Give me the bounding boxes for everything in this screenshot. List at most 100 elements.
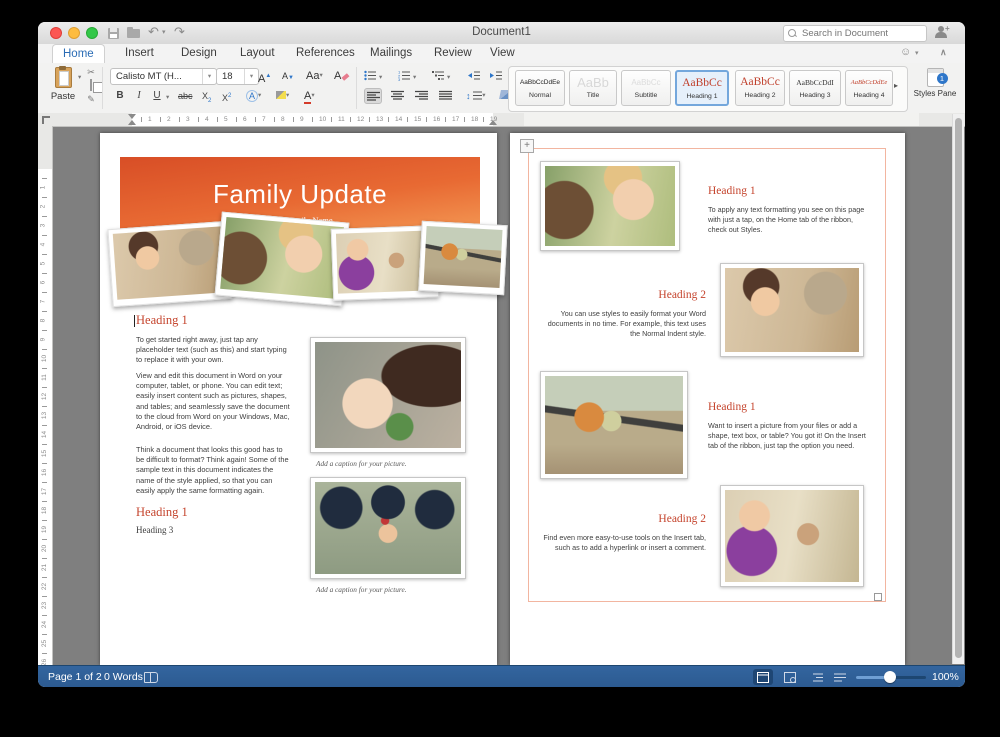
tab-design[interactable]: Design [171, 44, 227, 62]
align-right-button[interactable] [412, 88, 430, 104]
photo-mother-baby[interactable] [310, 337, 466, 453]
zoom-percentage[interactable]: 100% [932, 671, 959, 683]
highlight-button[interactable]: ▾ [276, 88, 289, 104]
feedback-caret-icon[interactable]: ▾ [915, 49, 919, 57]
page2-photo-couple-jeep[interactable] [540, 371, 688, 479]
cut-button[interactable]: ✂ [84, 66, 98, 78]
style-heading-4[interactable]: AaBbCcDdEeHeading 4 [845, 70, 893, 106]
tab-references[interactable]: References [286, 44, 365, 62]
align-center-button[interactable] [388, 88, 406, 104]
superscript-button[interactable]: X2 [222, 88, 231, 104]
page2-photo-boy-dinner[interactable] [720, 263, 864, 357]
tab-selector[interactable] [38, 113, 53, 127]
tab-view[interactable]: View [480, 44, 525, 62]
page2-row4-text[interactable]: Find even more easy-to-use tools on the … [538, 533, 706, 553]
tab-review[interactable]: Review [424, 44, 482, 62]
photo-graduation[interactable] [310, 477, 466, 579]
increase-indent-button[interactable] [490, 68, 503, 84]
tab-home[interactable]: Home [52, 44, 105, 64]
draft-view-button[interactable] [830, 669, 850, 685]
hanging-indent-marker[interactable] [128, 120, 136, 125]
shrink-font-button[interactable]: A▼ [282, 68, 294, 84]
grow-font-button[interactable]: A▲ [258, 68, 271, 84]
collage-photo-couple-jeep[interactable] [418, 221, 508, 295]
line-spacing-button[interactable]: ↕ ▾ [466, 88, 486, 104]
strikethrough-button[interactable]: abc [178, 88, 193, 104]
tab-layout[interactable]: Layout [230, 44, 285, 62]
style-title[interactable]: AaBbTitle [569, 70, 617, 106]
page2-row1-heading[interactable]: Heading 1 [708, 185, 756, 197]
zoom-slider-knob[interactable] [884, 671, 896, 683]
banner-title[interactable]: Family Update [120, 179, 480, 210]
web-layout-view-button[interactable] [780, 669, 800, 685]
print-layout-view-button[interactable] [753, 669, 773, 685]
page1-heading3-text[interactable]: Heading 3 [136, 525, 173, 535]
bold-button[interactable]: B [112, 88, 128, 104]
italic-button[interactable]: I [132, 88, 146, 104]
first-line-indent-marker[interactable] [128, 114, 136, 119]
page2-row1-text[interactable]: To apply any text formatting you see on … [708, 205, 872, 235]
page-1[interactable]: Family Update Your Family Name Heading 1… [100, 133, 497, 665]
page1-heading-b[interactable]: Heading 1 [136, 505, 188, 520]
decrease-indent-button[interactable] [468, 68, 481, 84]
underline-button[interactable]: U [150, 88, 164, 104]
subscript-button[interactable]: X2 [202, 88, 211, 104]
justify-button[interactable] [436, 88, 454, 104]
numbering-button[interactable]: 123 [398, 68, 411, 84]
style-normal[interactable]: AaBbCcDdEeNormal [515, 70, 565, 106]
search-box[interactable] [783, 25, 927, 42]
change-case-button[interactable]: Aa▾ [306, 68, 323, 84]
align-left-button[interactable] [364, 88, 382, 104]
multilevel-caret-icon[interactable]: ▾ [447, 73, 450, 81]
text-effects-button[interactable]: A▾ [246, 88, 261, 104]
font-size-combo[interactable]: 18▾ [216, 68, 259, 85]
page2-photo-girls-table[interactable] [720, 485, 864, 587]
page1-paragraph-3[interactable]: Think a document that looks this good ha… [136, 445, 290, 496]
page2-row3-heading[interactable]: Heading 1 [708, 401, 756, 413]
collage-photo-whispering-girls[interactable] [215, 212, 350, 307]
style-heading-2[interactable]: AaBbCcHeading 2 [735, 70, 785, 106]
table-resize-handle[interactable] [874, 593, 882, 601]
table-move-handle[interactable]: + [520, 139, 534, 153]
outline-view-button[interactable] [807, 669, 827, 685]
search-input[interactable] [800, 26, 924, 41]
style-subtitle[interactable]: AaBbCcSubtitle [621, 70, 671, 106]
style-heading-1[interactable]: AaBbCcHeading 1 [675, 70, 729, 106]
clear-formatting-button[interactable]: A [334, 68, 349, 84]
share-person-add-icon[interactable]: + [935, 26, 949, 38]
page1-paragraph-2[interactable]: View and edit this document in Word on y… [136, 371, 290, 432]
underline-caret-icon[interactable]: ▾ [166, 93, 169, 101]
copy-button[interactable] [84, 79, 98, 91]
style-heading-3[interactable]: AaBbCcDdIHeading 3 [789, 70, 841, 106]
collapse-ribbon-icon[interactable]: ∧ [940, 47, 947, 58]
tab-insert[interactable]: Insert [115, 44, 164, 62]
styles-pane-button[interactable]: 1 Styles Pane [912, 68, 958, 98]
page2-row2-text[interactable]: You can use styles to easily format your… [538, 309, 706, 339]
font-name-combo[interactable]: Calisto MT (H...▾ [110, 68, 217, 85]
paste-caret-icon[interactable]: ▾ [78, 73, 81, 81]
page1-paragraph-1[interactable]: To get started right away, just tap any … [136, 335, 290, 366]
paste-button[interactable]: Paste [48, 67, 78, 107]
word-count[interactable]: 0 Words [104, 671, 143, 683]
proofing-status-icon[interactable] [144, 672, 158, 683]
vertical-scrollbar[interactable] [952, 114, 964, 664]
feedback-smiley-icon[interactable]: ☺ [900, 46, 911, 58]
page2-photo-whispering-girls[interactable] [540, 161, 680, 251]
photo-caption-2[interactable]: Add a caption for your picture. [316, 585, 407, 594]
font-color-button[interactable]: A▾ [304, 88, 315, 104]
bullets-button[interactable] [364, 68, 377, 84]
photo-caption-1[interactable]: Add a caption for your picture. [316, 459, 407, 468]
bullets-caret-icon[interactable]: ▾ [379, 73, 382, 81]
page-count[interactable]: Page 1 of 2 [48, 671, 102, 683]
scrollbar-thumb[interactable] [955, 118, 962, 658]
format-painter-button[interactable]: ✎ [84, 93, 98, 105]
page2-row4-heading[interactable]: Heading 2 [538, 513, 706, 525]
horizontal-ruler[interactable]: 12345678910111213141516171819 [52, 113, 965, 127]
page2-row2-heading[interactable]: Heading 2 [538, 289, 706, 301]
gallery-more-icon[interactable]: ▸ [894, 81, 898, 90]
numbering-caret-icon[interactable]: ▾ [413, 73, 416, 81]
page-2[interactable]: + Heading 1 To apply any text formatting… [510, 133, 905, 665]
page1-heading-a[interactable]: Heading 1 [136, 313, 188, 328]
tab-mailings[interactable]: Mailings [360, 44, 422, 62]
page2-row3-text[interactable]: Want to insert a picture from your files… [708, 421, 872, 451]
